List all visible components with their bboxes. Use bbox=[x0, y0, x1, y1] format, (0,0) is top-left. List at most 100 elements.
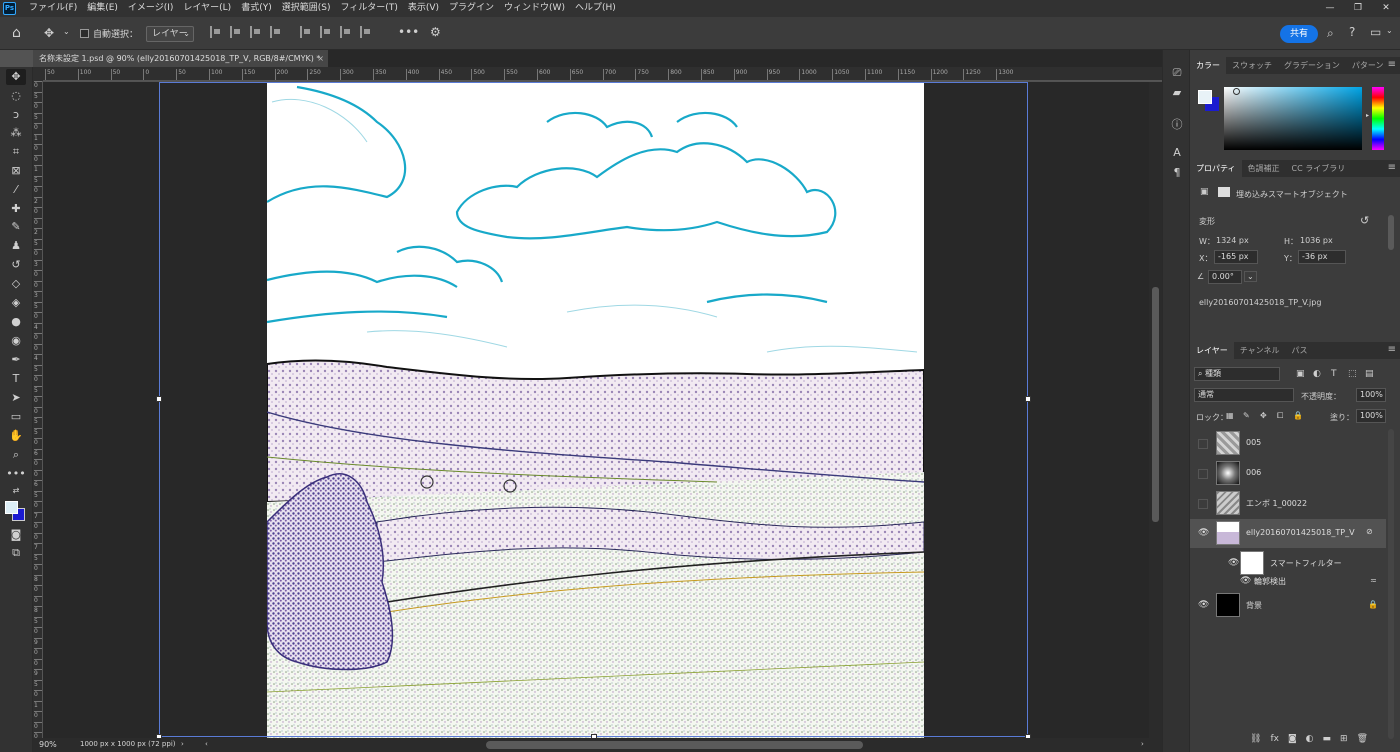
marquee-tool-icon[interactable]: ◌ bbox=[6, 88, 26, 104]
align-bottom-icon[interactable] bbox=[340, 26, 350, 38]
menu-select[interactable]: 選択範囲(S) bbox=[277, 0, 336, 17]
lock-all-icon[interactable]: 🔒 bbox=[1293, 411, 1303, 420]
type-tool-icon[interactable]: T bbox=[6, 371, 26, 387]
lasso-tool-icon[interactable]: ↄ bbox=[6, 107, 26, 123]
document-tab[interactable]: 名称未設定 1.psd @ 90% (elly20160701425018_TP… bbox=[33, 50, 328, 67]
pen-tool-icon[interactable]: ✒ bbox=[6, 352, 26, 368]
menu-help[interactable]: ヘルプ(H) bbox=[570, 0, 621, 17]
info-panel-icon[interactable]: ⓘ bbox=[1170, 116, 1184, 132]
layer-row[interactable]: エンボ 1_00022 bbox=[1190, 489, 1386, 518]
more-tools-icon[interactable]: ••• bbox=[6, 466, 26, 482]
move-tool-icon[interactable]: ✥ bbox=[44, 27, 54, 39]
visibility-toggle[interactable] bbox=[1198, 469, 1208, 479]
layers-scroll-track[interactable] bbox=[1388, 429, 1394, 739]
quick-select-tool-icon[interactable]: ⁂ bbox=[6, 125, 26, 141]
height-value[interactable]: 1036 px bbox=[1300, 236, 1333, 245]
eye-icon[interactable]: 👁 bbox=[1240, 577, 1251, 586]
menu-window[interactable]: ウィンドウ(W) bbox=[499, 0, 570, 17]
blend-mode-dropdown[interactable]: 通常 bbox=[1194, 388, 1294, 402]
color-picker-field[interactable] bbox=[1224, 87, 1362, 150]
filter-type-icon[interactable]: T bbox=[1331, 369, 1337, 379]
hue-slider[interactable] bbox=[1372, 87, 1384, 150]
screen-mode-icon[interactable]: ⧉ bbox=[6, 545, 26, 561]
menu-file[interactable]: ファイル(F) bbox=[24, 0, 82, 17]
status-chevron-icon[interactable]: › bbox=[181, 740, 184, 748]
auto-select-checkbox[interactable] bbox=[80, 29, 89, 38]
tab-adjustments[interactable]: 色調補正 bbox=[1242, 160, 1286, 177]
tab-channels[interactable]: チャンネル bbox=[1234, 342, 1286, 359]
gear-icon[interactable]: ⚙ bbox=[430, 26, 441, 38]
tab-swatches[interactable]: スウォッチ bbox=[1226, 57, 1278, 74]
align-left-icon[interactable] bbox=[210, 26, 220, 38]
layer-row-selected[interactable]: 👁 elly20160701425018_TP_V ⊘ bbox=[1190, 519, 1386, 548]
menu-type[interactable]: 書式(Y) bbox=[236, 0, 277, 17]
dodge-tool-icon[interactable]: ◉ bbox=[6, 333, 26, 349]
filter-smart-object-icon[interactable]: ▤ bbox=[1365, 369, 1374, 379]
quick-mask-icon[interactable]: ◙ bbox=[6, 527, 26, 543]
scroll-right-icon[interactable]: › bbox=[1141, 740, 1144, 748]
history-brush-tool-icon[interactable]: ↺ bbox=[6, 257, 26, 273]
layer-filter-dropdown[interactable]: ⌕ 種類 bbox=[1194, 367, 1280, 381]
tab-layers[interactable]: レイヤー bbox=[1190, 342, 1234, 359]
angle-field[interactable]: 0.00° bbox=[1208, 270, 1242, 284]
panel-menu-icon[interactable]: ≡ bbox=[1388, 344, 1396, 355]
auto-select-target-dropdown[interactable]: レイヤー ⌄ bbox=[146, 26, 194, 42]
eye-icon[interactable]: 👁 bbox=[1198, 601, 1209, 610]
add-mask-icon[interactable]: ◙ bbox=[1288, 734, 1297, 744]
visibility-toggle[interactable] bbox=[1198, 499, 1208, 509]
panel-menu-icon[interactable]: ≡ bbox=[1388, 162, 1396, 173]
transform-bounding-box[interactable] bbox=[156, 82, 1031, 738]
crop-tool-icon[interactable]: ⌗ bbox=[6, 144, 26, 160]
menu-image[interactable]: イメージ(I) bbox=[123, 0, 179, 17]
vertical-ruler[interactable]: 0 5 0 5 0 1 0 0 1 5 0 2 0 0 2 5 0 3 0 0 3 5 0 4 0 0 4 5 0 5 0 0 5 5 0 6 0 0 6 5… bbox=[33, 81, 43, 740]
hand-tool-icon[interactable]: ✋ bbox=[6, 428, 26, 444]
close-window-button[interactable]: ✕ bbox=[1372, 0, 1400, 17]
move-tool-icon[interactable]: ✥ bbox=[6, 69, 26, 85]
filter-pixel-icon[interactable]: ▣ bbox=[1296, 369, 1305, 379]
tab-paths[interactable]: パス bbox=[1286, 342, 1314, 359]
document-size[interactable]: 1000 px x 1000 px (72 ppi) bbox=[80, 740, 176, 748]
healing-brush-tool-icon[interactable]: ✚ bbox=[6, 201, 26, 217]
workspace-icon[interactable]: ▭ bbox=[1370, 26, 1381, 38]
clone-stamp-tool-icon[interactable]: ♟ bbox=[6, 238, 26, 254]
foreground-color-swatch[interactable] bbox=[1198, 90, 1212, 104]
lock-position-icon[interactable]: ✥ bbox=[1260, 411, 1267, 420]
layer-row[interactable]: 006 bbox=[1190, 459, 1386, 488]
eyedropper-tool-icon[interactable]: ⁄ bbox=[6, 182, 26, 198]
filter-shape-icon[interactable]: ⬚ bbox=[1348, 369, 1357, 379]
distribute-icon[interactable] bbox=[300, 26, 310, 38]
menu-filter[interactable]: フィルター(T) bbox=[335, 0, 402, 17]
opacity-field[interactable]: 100% bbox=[1356, 388, 1386, 402]
frame-tool-icon[interactable]: ⊠ bbox=[6, 163, 26, 179]
align-middle-icon[interactable] bbox=[320, 26, 330, 38]
tab-patterns[interactable]: パターン bbox=[1346, 57, 1390, 74]
align-right-icon[interactable] bbox=[250, 26, 260, 38]
search-icon[interactable]: ⌕ bbox=[1327, 27, 1334, 39]
paragraph-panel-icon[interactable]: ¶ bbox=[1170, 166, 1184, 179]
maximize-button[interactable]: ❐ bbox=[1344, 0, 1372, 17]
zoom-level[interactable]: 90% bbox=[39, 740, 57, 749]
tab-gradients[interactable]: グラデーション bbox=[1278, 57, 1346, 74]
width-value[interactable]: 1324 px bbox=[1216, 236, 1249, 245]
lock-pixels-icon[interactable]: ✎ bbox=[1243, 411, 1250, 420]
menu-edit[interactable]: 編集(E) bbox=[82, 0, 123, 17]
tab-color[interactable]: カラー bbox=[1190, 57, 1226, 74]
eraser-tool-icon[interactable]: ◇ bbox=[6, 276, 26, 292]
comments-panel-icon[interactable]: ▰ bbox=[1170, 86, 1184, 99]
rectangle-tool-icon[interactable]: ▭ bbox=[6, 409, 26, 425]
fx-icon[interactable]: fx bbox=[1270, 734, 1279, 744]
zoom-tool-icon[interactable]: ⌕ bbox=[6, 447, 26, 463]
x-position-field[interactable]: -165 px bbox=[1214, 250, 1258, 264]
foreground-color-swatch[interactable] bbox=[5, 501, 18, 514]
help-icon[interactable]: ? bbox=[1349, 26, 1355, 38]
new-layer-icon[interactable]: ⊞ bbox=[1340, 734, 1348, 744]
history-panel-icon[interactable]: ⎚ bbox=[1170, 66, 1184, 80]
filter-options-icon[interactable]: ≂ bbox=[1370, 576, 1377, 585]
tab-properties[interactable]: プロパティ bbox=[1190, 160, 1242, 177]
scroll-left-icon[interactable]: ‹ bbox=[205, 740, 208, 748]
horizontal-ruler[interactable]: 50 100 50 0 50 100 150 200 250 300 350 400 450 500 550… bbox=[43, 67, 1162, 81]
menu-view[interactable]: 表示(V) bbox=[403, 0, 444, 17]
filter-row[interactable]: 👁 輪郭検出 ≂ bbox=[1190, 573, 1386, 589]
link-layers-icon[interactable]: ⛓ bbox=[1250, 734, 1261, 744]
share-button[interactable]: 共有 bbox=[1280, 25, 1318, 43]
